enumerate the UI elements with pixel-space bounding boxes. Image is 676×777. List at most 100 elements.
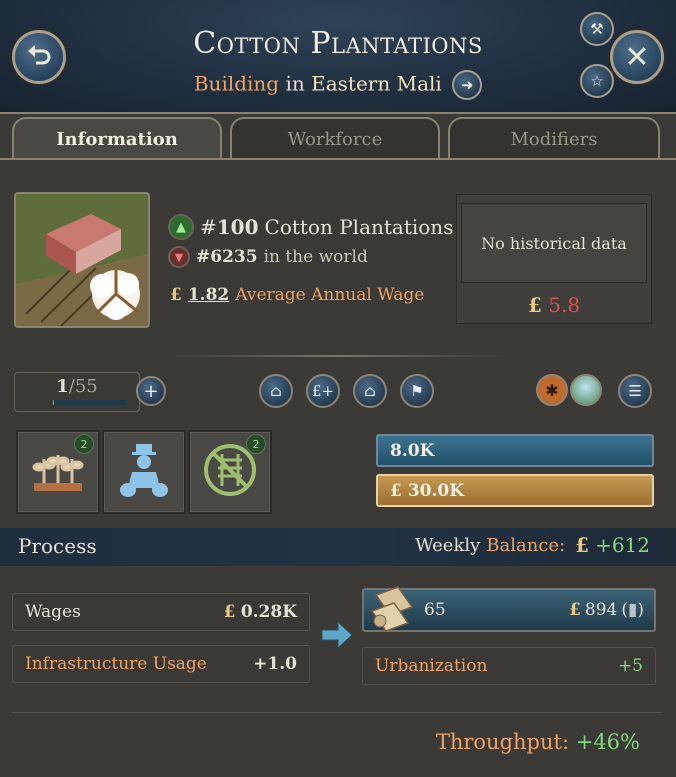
wages-value: 0.28K [240,602,297,622]
weekly-balance: Weekly Balance: £ +612 [415,533,650,557]
method-slot-no-railroad[interactable]: 2 [188,430,272,514]
process-title: Process [18,534,97,558]
pest-modifier[interactable]: ✱ [536,374,568,406]
pound-icon: £ [223,602,236,622]
throughput: Throughput: +46% [436,730,640,754]
infrastructure-row[interactable]: Infrastructure Usage +1.0 [12,645,310,683]
pound-icon: £ [170,285,182,305]
method-slot-worker[interactable] [102,430,186,514]
tab-divider [0,158,676,160]
level-current: 1 [56,376,69,397]
star-icon: ☆ [590,72,604,90]
output-price-value: 894 [584,600,618,620]
balance-value: +612 [595,533,650,557]
level-bar-fill [53,400,55,405]
subsidize-button[interactable]: £+ [306,374,340,408]
pin-button[interactable]: ⚒ [580,12,614,46]
go-to-location-button[interactable]: ➜ [452,70,483,100]
menu-button[interactable]: ☰ [618,374,652,408]
flag-icon: ⚑ [410,382,424,400]
method-slot-crops[interactable]: 2 [16,430,100,514]
infrastructure-value: +1.0 [253,654,297,674]
page-title: Cotton Plantations [193,26,483,61]
cash-value: 30.0K [407,480,465,501]
terrain-modifier[interactable] [570,374,602,406]
rank-up-icon: ▲ [168,214,194,240]
wage-row: £ 1.82 Average Annual Wage [170,285,424,305]
house-minus-icon: ⌂ [364,382,376,400]
tab-information[interactable]: Information [12,117,222,159]
page-subtitle: Building in Eastern Mali ➜ [150,70,526,100]
balance-label: Balance: [486,534,566,556]
tab-label: Information [56,128,178,150]
rank-value: 100 [216,215,259,239]
world-rank-row: ▼ #6235 in the world [168,246,368,268]
back-arrow-icon [26,41,52,74]
expand-building-button[interactable]: ⌂ [259,374,293,408]
pound-icon: £ [569,600,581,620]
output-price: £ 894 (▮) [569,600,644,620]
throughput-value: +46% [575,730,640,754]
employment-value: 8.0K [390,440,435,461]
wages-label: Wages [25,602,81,622]
close-icon: ✕ [624,39,650,75]
downsize-button[interactable]: ⌂ [353,374,387,408]
stockpile-icon: (▮) [621,600,644,620]
history-value-row: £ 5.8 [457,293,651,317]
tab-modifiers[interactable]: Modifiers [448,117,660,159]
crops-icon [30,445,86,499]
slot-badge: 2 [246,434,266,454]
wage-label: Average Annual Wage [235,285,425,305]
plus-icon: + [143,380,159,402]
urbanization-label: Urbanization [375,656,488,676]
pound-icon: £ [527,293,542,317]
throughput-label: Throughput: [435,730,570,754]
close-button[interactable]: ✕ [610,30,664,84]
arrow-right-icon: ➜ [460,76,474,94]
urbanization-row[interactable]: Urbanization +5 [362,647,656,685]
history-value: 5.8 [548,293,581,317]
level-bar [53,400,127,405]
level-counter: 1/55 [14,372,140,412]
tab-label: Modifiers [510,128,598,150]
weekly-label: Weekly [415,534,481,556]
process-arrow-icon [320,620,354,654]
section-divider [12,712,662,713]
employment-bar[interactable]: 8.0K [376,434,654,467]
infrastructure-label: Infrastructure Usage [25,654,207,674]
cash-reserves-bar[interactable]: £ 30.0K [376,474,654,507]
back-button[interactable] [12,30,66,84]
tab-label: Workforce [287,128,383,150]
pound-plus-icon: £+ [311,382,335,400]
world-rank-value: #6235 [196,247,258,267]
rank-row: ▲ # 100 Cotton Plantations [168,214,453,240]
fabric-icon [368,585,420,636]
output-good-row[interactable]: 65 £ 894 (▮) [362,585,656,632]
favorite-button[interactable]: ☆ [580,64,614,98]
hammer-icon: ⚒ [590,20,604,38]
history-panel: No historical data £ 5.8 [456,194,652,324]
subtitle-type: Building [193,71,280,96]
tab-workforce[interactable]: Workforce [230,117,440,159]
location-link[interactable]: Eastern Mali [311,72,442,96]
rank-label: Cotton Plantations [264,215,454,239]
output-quantity: 65 [424,600,446,620]
ownership-button[interactable]: ⚑ [400,374,434,408]
wages-row[interactable]: Wages £ 0.28K [12,593,310,631]
world-rank-label: in the world [263,247,368,267]
level-text: 1/55 [15,376,139,397]
urbanization-value: +5 [617,656,643,676]
house-plus-icon: ⌂ [270,382,282,400]
rank-prefix: # [200,215,217,239]
history-empty-text: No historical data [481,233,627,253]
worker-icon [116,440,172,504]
ornament-divider [170,355,506,357]
wages-amount: £ 0.28K [224,602,297,622]
slot-badge: 2 [74,434,94,454]
level-max: 55 [74,376,98,397]
wage-value[interactable]: 1.82 [188,285,229,305]
rank-down-icon: ▼ [168,246,190,268]
add-level-button[interactable]: + [136,376,166,406]
pound-icon: £ [575,533,590,557]
mosquito-icon: ✱ [545,380,559,400]
